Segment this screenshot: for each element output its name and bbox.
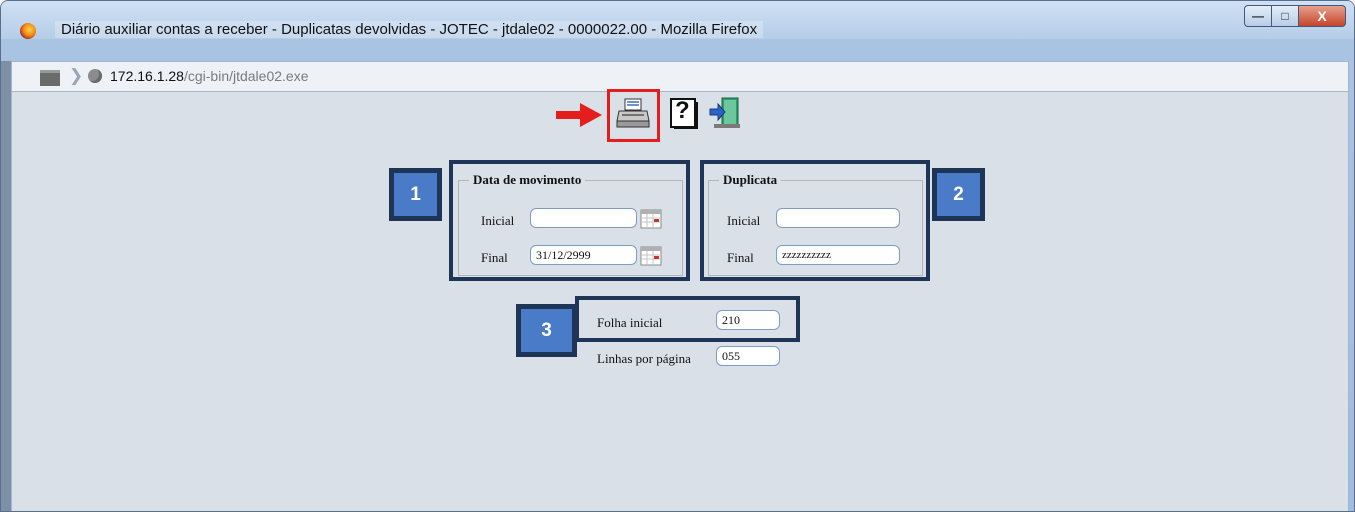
duplicata-legend: Duplicata: [723, 172, 778, 187]
address-bar[interactable]: ❯ 172.16.1.28/cgi-bin/jtdale02.exe: [11, 61, 1349, 92]
linhas-por-pagina-input[interactable]: [716, 346, 780, 366]
annotation-badge-2: 2: [932, 168, 985, 221]
title-bar: Diário auxiliar contas a receber - Dupli…: [1, 1, 1354, 39]
data-inicial-label: Inicial: [481, 213, 515, 228]
url-text[interactable]: 172.16.1.28/cgi-bin/jtdale02.exe: [110, 68, 309, 84]
annotation-badge-3: 3: [516, 304, 577, 357]
exit-button[interactable]: [708, 95, 744, 131]
duplicata-inicial-label: Inicial: [727, 213, 761, 228]
calendar-icon[interactable]: [640, 209, 662, 229]
red-arrow-icon: [556, 103, 602, 127]
data-final-label: Final: [481, 250, 508, 265]
maximize-button[interactable]: □: [1272, 5, 1299, 27]
annotation-badge-1: 1: [389, 168, 442, 221]
data-movimento-legend: Data de movimento: [473, 172, 582, 187]
firefox-icon: [20, 23, 36, 39]
close-button[interactable]: X: [1299, 5, 1346, 27]
panel-icon[interactable]: [40, 70, 60, 86]
duplicata-final-input[interactable]: [776, 245, 900, 265]
globe-icon: [88, 69, 102, 83]
window-frame-left: [1, 61, 11, 511]
exit-icon: [709, 97, 740, 128]
duplicata-final-label: Final: [727, 250, 754, 265]
linhas-por-pagina-label: Linhas por página: [597, 351, 691, 366]
window-title: Diário auxiliar contas a receber - Dupli…: [55, 21, 764, 38]
chevron-right-icon: ❯: [69, 66, 84, 85]
url-host: 172.16.1.28: [110, 68, 184, 84]
help-button[interactable]: ?: [666, 95, 702, 131]
print-button[interactable]: [615, 95, 651, 131]
folha-inicial-label: Folha inicial: [597, 315, 663, 330]
calendar-icon[interactable]: [640, 246, 662, 266]
help-glyph: ?: [675, 97, 690, 124]
data-inicial-input[interactable]: [530, 208, 637, 228]
folha-inicial-input[interactable]: [716, 310, 780, 330]
data-final-input[interactable]: [530, 245, 637, 265]
url-path: /cgi-bin/jtdale02.exe: [183, 68, 309, 84]
duplicata-inicial-input[interactable]: [776, 208, 900, 228]
printer-icon: [616, 98, 650, 128]
minimize-button[interactable]: —: [1244, 5, 1272, 27]
